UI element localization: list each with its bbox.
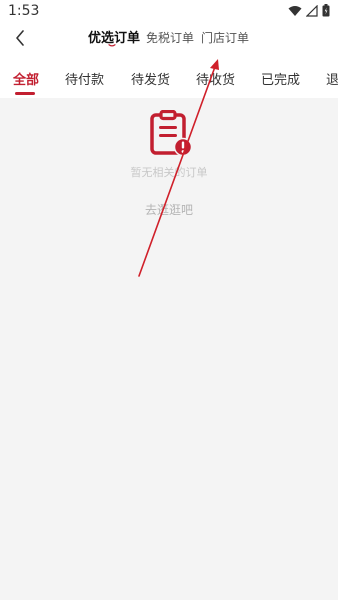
empty-message: 暂无相关的订单 bbox=[130, 166, 208, 179]
order-list-empty: 暂无相关的订单 去逛逛吧 bbox=[0, 98, 338, 600]
status-time: 1:53 bbox=[8, 3, 40, 19]
status-tab-pending-shipment[interactable]: 待发货 bbox=[131, 69, 170, 88]
status-icons bbox=[288, 4, 330, 17]
signal-icon bbox=[306, 4, 318, 17]
active-order-tab-indicator bbox=[108, 44, 116, 47]
status-tab-refund[interactable]: 退 bbox=[326, 69, 338, 88]
clipboard-alert-icon bbox=[150, 110, 193, 157]
status-tab-pending-payment[interactable]: 待付款 bbox=[65, 69, 104, 88]
back-button[interactable] bbox=[6, 24, 34, 52]
order-tab-store[interactable]: 门店订单 bbox=[201, 29, 249, 46]
go-shopping-link[interactable]: 去逛逛吧 bbox=[0, 201, 338, 218]
status-tab-completed[interactable]: 已完成 bbox=[261, 69, 300, 88]
wifi-icon bbox=[288, 5, 302, 16]
active-status-tab-indicator bbox=[15, 92, 35, 95]
status-bar: 1:53 bbox=[0, 0, 338, 24]
back-chevron-icon bbox=[16, 30, 24, 46]
order-tab-duty-free[interactable]: 免税订单 bbox=[146, 29, 194, 46]
status-tab-all[interactable]: 全部 bbox=[13, 69, 39, 88]
status-tab-pending-receipt[interactable]: 待收货 bbox=[196, 69, 235, 88]
header: 优选订单 免税订单 门店订单 bbox=[0, 24, 338, 52]
status-filter-tabs: 全部 待付款 待发货 待收货 已完成 退 bbox=[0, 52, 338, 98]
battery-icon bbox=[322, 4, 330, 17]
